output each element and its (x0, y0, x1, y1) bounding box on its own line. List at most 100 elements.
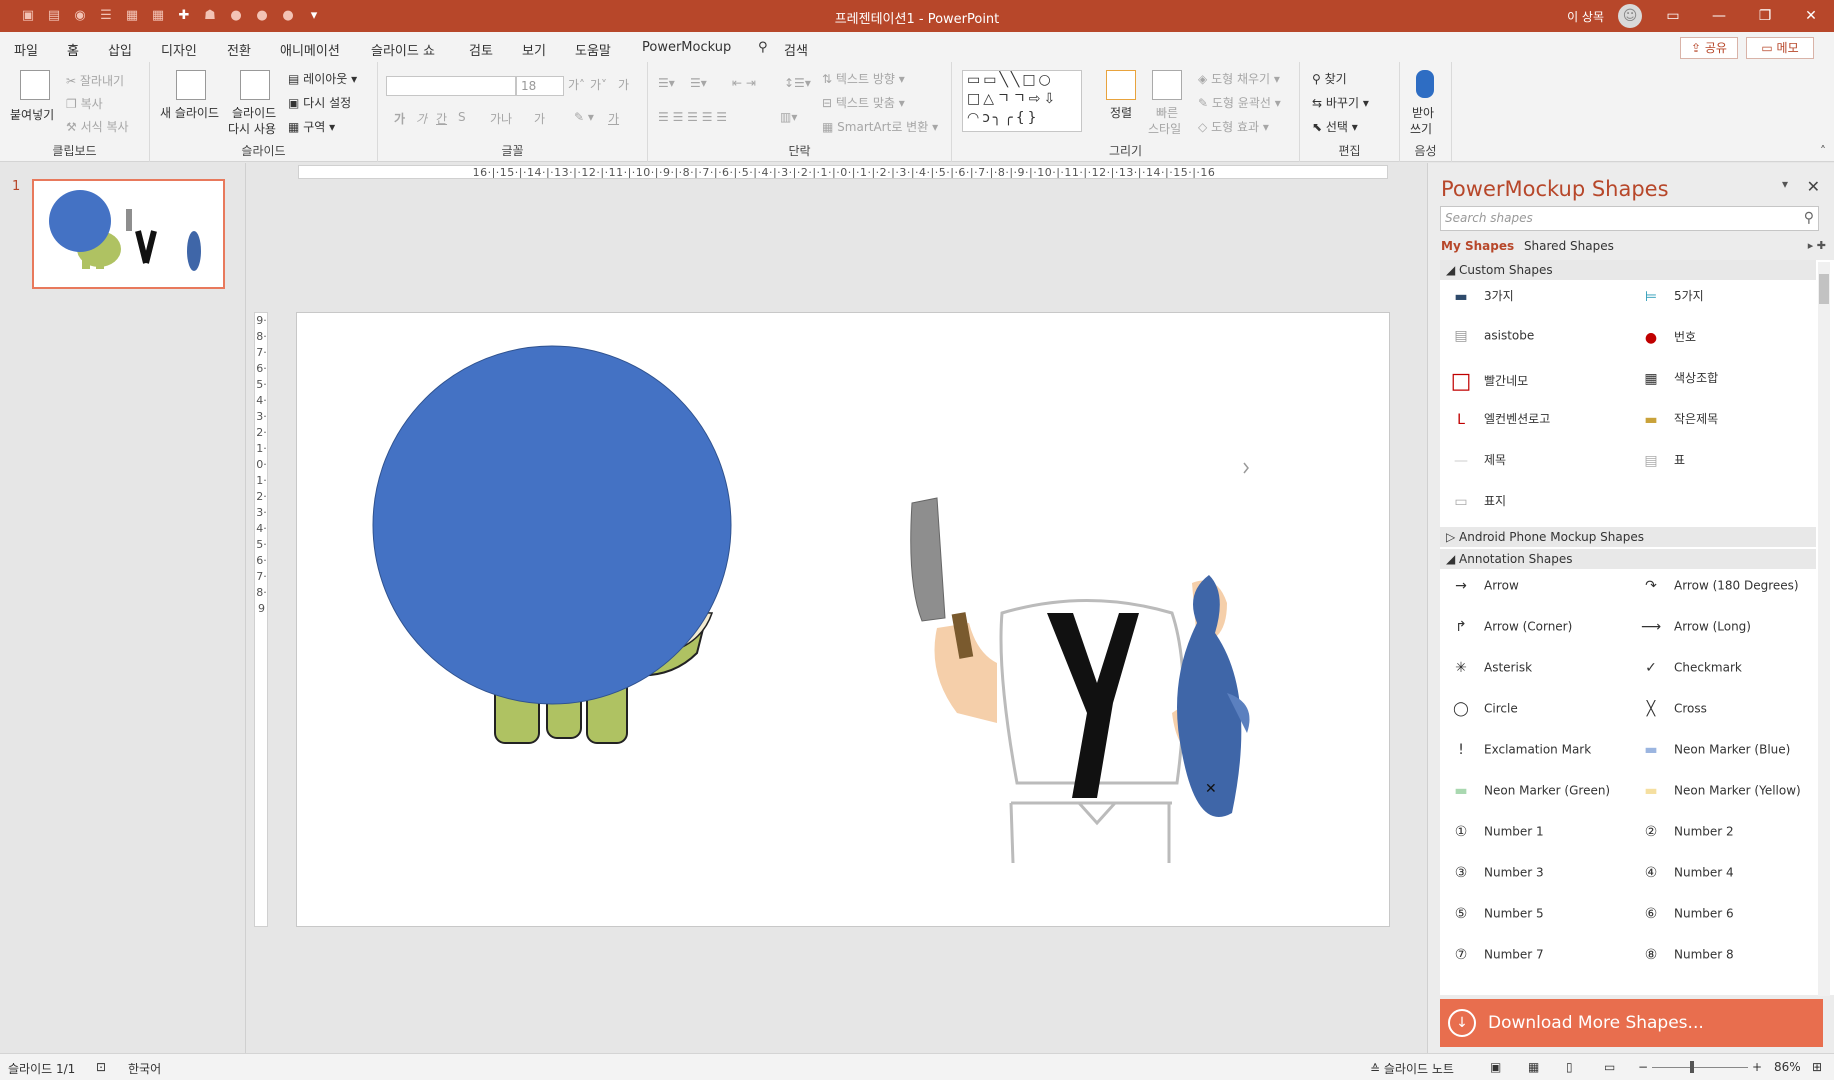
tab-review[interactable]: 검토 (469, 40, 493, 59)
shape-effect-button[interactable]: ◇ 도형 효과 ▾ (1198, 118, 1269, 135)
list-item[interactable]: — 제목 (1446, 451, 1506, 469)
scrollbar-thumb[interactable] (1819, 274, 1829, 304)
strike-button[interactable]: S (458, 110, 466, 124)
sorter-view-icon[interactable]: ▦ (1528, 1060, 1539, 1074)
slide-canvas[interactable]: ✕ (296, 312, 1390, 927)
shape-fill-button[interactable]: ◈ 도형 채우기 ▾ (1198, 70, 1280, 87)
close-icon[interactable]: ✕ (1788, 0, 1834, 32)
list-item[interactable]: ▤ 표 (1636, 451, 1685, 469)
circle-icon[interactable]: ● (228, 8, 244, 24)
reading-view-icon[interactable]: ▯ (1566, 1060, 1573, 1074)
list-item[interactable]: □ 빨간네모 (1446, 369, 1529, 394)
tab-help[interactable]: 도움말 (575, 40, 611, 59)
pane-scrollbar[interactable] (1818, 262, 1830, 996)
tab-animations[interactable]: 애니메이션 (280, 40, 340, 59)
undo-icon[interactable]: ▣ (20, 8, 36, 24)
plus-icon[interactable]: ✚ (176, 8, 192, 24)
paste-icon[interactable] (20, 70, 50, 100)
list-item[interactable]: ✓ Checkmark (1636, 660, 1742, 676)
grow-font-button[interactable]: 가˄ (568, 76, 585, 93)
section-android-phone[interactable]: ▷ Android Phone Mockup Shapes (1440, 527, 1816, 547)
list-item[interactable]: ④ Number 4 (1636, 865, 1734, 881)
shape-icon[interactable]: ◉ (72, 8, 88, 24)
search-icon[interactable]: ⚲ (758, 40, 768, 55)
quick-styles-label-1[interactable]: 빠른 (1156, 104, 1178, 121)
memo-button[interactable]: ▭ 메모 (1746, 37, 1814, 59)
normal-view-icon[interactable]: ▣ (1490, 1060, 1501, 1074)
restore-icon[interactable]: ❐ (1742, 0, 1788, 32)
search-icon[interactable]: ⚲ (1804, 207, 1814, 230)
fit-slide-icon[interactable]: ⊞ (1812, 1060, 1822, 1074)
underline-button[interactable]: 간 (436, 110, 447, 127)
close-icon[interactable]: ✕ (1807, 177, 1820, 196)
section-custom-shapes[interactable]: ◢ Custom Shapes (1440, 260, 1816, 280)
list-item[interactable]: ↱ Arrow (Corner) (1446, 619, 1572, 635)
font-size-input[interactable]: 18 (516, 76, 564, 96)
format-painter-button[interactable]: ⚒ 서식 복사 (66, 118, 129, 135)
layout-button[interactable]: ▤ 레이아웃 ▾ (288, 70, 357, 87)
chevron-down-icon[interactable]: ▾ (306, 8, 322, 24)
dictate-label-1[interactable]: 받아 (1412, 104, 1434, 121)
minimize-icon[interactable]: — (1696, 0, 1742, 32)
spacing-button[interactable]: 가나 (490, 110, 512, 127)
text-direction-button[interactable]: ⇅ 텍스트 방향 ▾ (822, 70, 905, 87)
ribbon-display-icon[interactable]: ▭ (1650, 0, 1696, 32)
zoom-slider[interactable] (1652, 1067, 1748, 1068)
zoom-out-button[interactable]: − (1638, 1060, 1648, 1074)
find-button[interactable]: ⚲ 찾기 (1312, 70, 1347, 87)
list-icon[interactable]: ☰ (98, 8, 114, 24)
list-item[interactable]: → Arrow (1446, 578, 1519, 594)
shape-list[interactable]: ◢ Custom Shapes ▬ 3가지 ⊨ 5가지 ▤ asistobe ● 번호 … (1440, 260, 1834, 995)
list-item[interactable]: ▬ 작은제목 (1636, 410, 1718, 428)
list-item[interactable]: ⑤ Number 5 (1446, 906, 1544, 922)
list-item[interactable]: ▬ Neon Marker (Yellow) (1636, 783, 1800, 799)
tab-design[interactable]: 디자인 (161, 40, 197, 59)
indent-button[interactable]: ⇤ ⇥ (732, 76, 756, 90)
list-item[interactable]: ② Number 2 (1636, 824, 1734, 840)
fishmonger-shape[interactable]: ✕ (910, 497, 1250, 864)
table-icon[interactable]: ▦ (124, 8, 140, 24)
cut-button[interactable]: ✂ 잘라내기 (66, 72, 124, 89)
copy-button[interactable]: ❐ 복사 (66, 95, 103, 112)
numbering-button[interactable]: ☰▾ (690, 76, 707, 90)
list-item[interactable]: ● 번호 (1636, 328, 1696, 346)
share-button[interactable]: ⇪ 공유 (1680, 37, 1738, 59)
replace-button[interactable]: ⇆ 바꾸기 ▾ (1312, 94, 1369, 111)
list-item[interactable]: ⑥ Number 6 (1636, 906, 1734, 922)
new-slide-button[interactable]: 새 슬라이드 (160, 104, 219, 121)
microphone-icon[interactable] (1416, 70, 1434, 98)
list-item[interactable]: ① Number 1 (1446, 824, 1544, 840)
arrange-icon[interactable] (1106, 70, 1136, 100)
list-item[interactable]: ⊨ 5가지 (1636, 287, 1704, 305)
language-indicator[interactable]: 한국어 (128, 1060, 161, 1077)
dictate-label-2[interactable]: 쓰기 (1410, 120, 1432, 137)
bullets-button[interactable]: ☰▾ (658, 76, 675, 90)
circle-icon[interactable]: ● (254, 8, 270, 24)
circle-icon[interactable]: ● (280, 8, 296, 24)
list-item[interactable]: ✳ Asterisk (1446, 660, 1532, 676)
chevron-down-icon[interactable]: ▾ (1782, 177, 1788, 191)
line-spacing-button[interactable]: ↕☰▾ (784, 76, 811, 90)
person-icon[interactable]: ☺ (1618, 4, 1642, 28)
tab-search[interactable]: 검색 (784, 40, 808, 59)
smartart-button[interactable]: ▦ SmartArt로 변환 ▾ (822, 118, 938, 135)
tab-home[interactable]: 홈 (67, 40, 79, 64)
list-item[interactable]: ▤ asistobe (1446, 328, 1534, 344)
reuse-slide-label-2[interactable]: 다시 사용 (228, 120, 276, 137)
clear-format-button[interactable]: 가 (618, 76, 629, 93)
reuse-slide-label-1[interactable]: 슬라이드 (232, 104, 276, 121)
list-item[interactable]: ⟶ Arrow (Long) (1636, 619, 1751, 635)
list-item[interactable]: ╳ Cross (1636, 701, 1707, 717)
quick-styles-icon[interactable] (1152, 70, 1182, 100)
reuse-slide-icon[interactable] (240, 70, 270, 100)
section-annotation-shapes[interactable]: ◢ Annotation Shapes (1440, 549, 1816, 569)
tab-view[interactable]: 보기 (522, 40, 546, 59)
case-button[interactable]: 가 (534, 110, 545, 127)
grid-icon[interactable]: ▦ (150, 8, 166, 24)
list-item[interactable]: ! Exclamation Mark (1446, 742, 1591, 758)
list-item[interactable]: L 엘컨벤션로고 (1446, 410, 1550, 428)
shape-outline-button[interactable]: ✎ 도형 윤곽선 ▾ (1198, 94, 1281, 111)
collapse-ribbon-icon[interactable]: ˄ (1820, 144, 1826, 158)
tab-my-shapes[interactable]: My Shapes (1441, 239, 1514, 253)
columns-button[interactable]: ▥▾ (780, 110, 797, 124)
